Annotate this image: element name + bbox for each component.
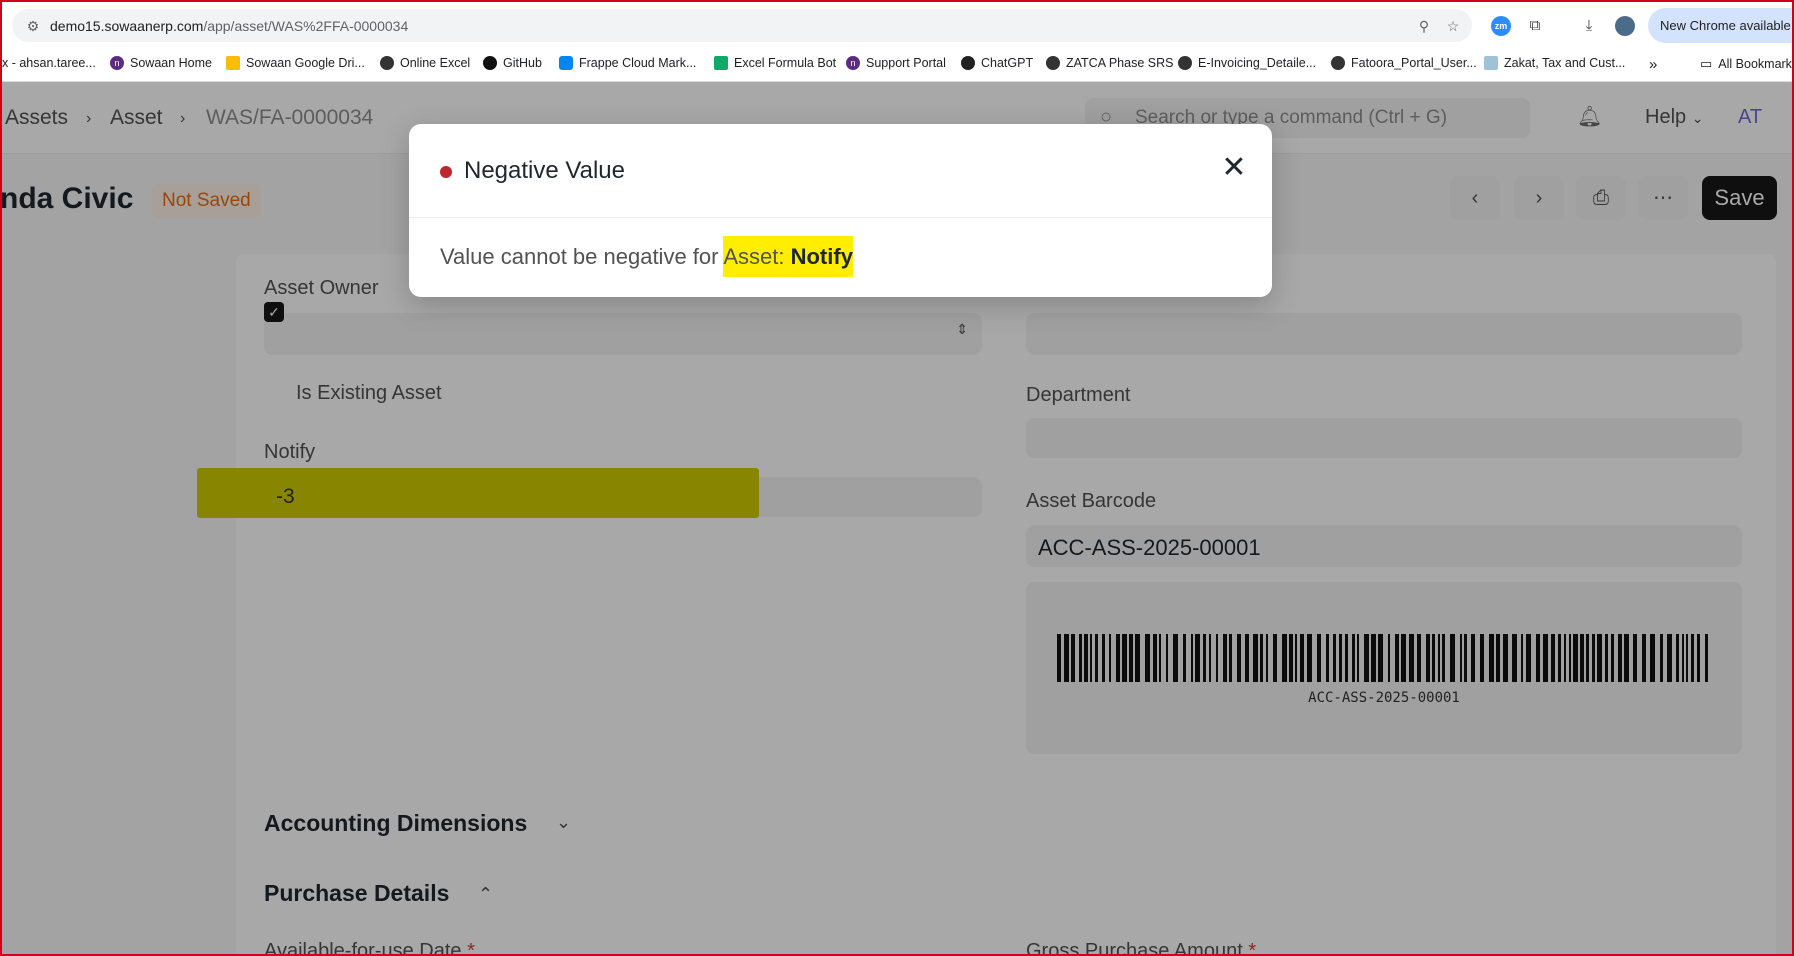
extensions-icon[interactable]: ⧉ [1524, 15, 1546, 37]
bookmark-label: ChatGPT [981, 56, 1034, 70]
message-doctype: Asset: [723, 244, 791, 269]
globe-icon [1178, 56, 1192, 70]
zatca-icon [1484, 56, 1498, 70]
bookmark-item[interactable]: Frappe Cloud Mark... [559, 56, 696, 70]
message-field: Notify [790, 244, 853, 269]
bookmark-label: Sowaan Google Dri... [246, 56, 365, 70]
globe-icon [1046, 56, 1060, 70]
bookmark-label: Online Excel [400, 56, 471, 70]
bookmark-label: Frappe Cloud Mark... [579, 56, 697, 70]
dialog-header: Negative Value ✕ [409, 124, 1272, 218]
zoom-icon[interactable]: ⚲ [1415, 17, 1433, 35]
bookmarks-overflow-icon[interactable]: » [1649, 56, 1657, 73]
bookmark-item[interactable]: ZATCA Phase SRS [1046, 56, 1173, 70]
bookmark-item[interactable]: ChatGPT [961, 56, 1033, 70]
bookmark-label: Zakat, Tax and Cust... [1504, 56, 1626, 70]
bookmark-label: Sowaan Home [130, 56, 212, 70]
globe-icon [1331, 56, 1345, 70]
download-icon[interactable]: ⤓ [1578, 15, 1600, 37]
bot-icon [714, 56, 728, 70]
browser-toolbar: ⚙ demo15.sowaanerp.com/app/asset/WAS%2FF… [0, 0, 1794, 48]
bookmark-item[interactable]: Zakat, Tax and Cust... [1484, 56, 1625, 70]
url-host: demo15.sowaanerp.com [50, 18, 204, 34]
address-bar[interactable]: ⚙ demo15.sowaanerp.com/app/asset/WAS%2FF… [12, 9, 1472, 42]
bookmark-label: ZATCA Phase SRS [1066, 56, 1174, 70]
message-prefix: Value cannot be negative for [440, 244, 724, 269]
folder-icon: ▭ [1700, 56, 1713, 71]
bookmarks-bar: x - ahsan.taree... n Sowaan Home Sowaan G… [0, 48, 1794, 82]
bookmark-label: Fatoora_Portal_User... [1351, 56, 1477, 70]
bookmark-item[interactable]: Fatoora_Portal_User... [1331, 56, 1477, 70]
bookmark-label: E-Invoicing_Detaile... [1198, 56, 1317, 70]
bookmark-item[interactable]: GitHub [483, 56, 542, 70]
github-icon [483, 56, 497, 70]
sowaan-icon: n [110, 56, 124, 70]
profile-avatar-icon[interactable] [1615, 16, 1635, 36]
bookmark-item[interactable]: Online Excel [380, 56, 470, 70]
chatgpt-icon [961, 56, 975, 70]
cloud-icon [559, 56, 573, 70]
bookmark-item[interactable]: E-Invoicing_Detaile... [1178, 56, 1316, 70]
zoom-extension-icon[interactable]: zm [1491, 16, 1511, 36]
bookmark-item[interactable]: Sowaan Google Dri... [226, 56, 365, 70]
error-indicator-icon [440, 166, 452, 178]
site-info-icon[interactable]: ⚙ [24, 17, 42, 35]
bookmark-label: Excel Formula Bot [734, 56, 837, 70]
all-bookmarks[interactable]: ▭ All Bookmarks [1700, 56, 1794, 72]
globe-icon [380, 56, 394, 70]
url-text[interactable]: demo15.sowaanerp.com/app/asset/WAS%2FFA-… [50, 18, 408, 34]
bookmark-label: GitHub [503, 56, 542, 70]
message-highlight: Asset: Notify [723, 236, 853, 277]
bookmark-item[interactable]: n Support Portal [846, 56, 946, 70]
dialog-title: Negative Value [464, 157, 625, 184]
bookmark-item[interactable]: n Sowaan Home [110, 56, 212, 70]
sowaan-icon: n [846, 56, 860, 70]
close-icon[interactable]: ✕ [1217, 151, 1251, 185]
error-dialog: Negative Value ✕ Value cannot be negativ… [409, 124, 1272, 297]
new-chrome-button[interactable]: New Chrome available [1648, 8, 1794, 43]
bookmark-item[interactable]: x - ahsan.taree... [2, 56, 96, 70]
star-icon[interactable]: ☆ [1444, 17, 1462, 35]
bookmark-item[interactable]: Excel Formula Bot [714, 56, 836, 70]
url-path: /app/asset/WAS%2FFA-0000034 [203, 18, 409, 34]
bookmark-label: Support Portal [866, 56, 946, 70]
drive-icon [226, 56, 240, 70]
dialog-message: Value cannot be negative for Asset: Noti… [440, 236, 853, 277]
bookmark-label: x - ahsan.taree... [2, 56, 96, 70]
all-bookmarks-label: All Bookmarks [1718, 57, 1794, 71]
